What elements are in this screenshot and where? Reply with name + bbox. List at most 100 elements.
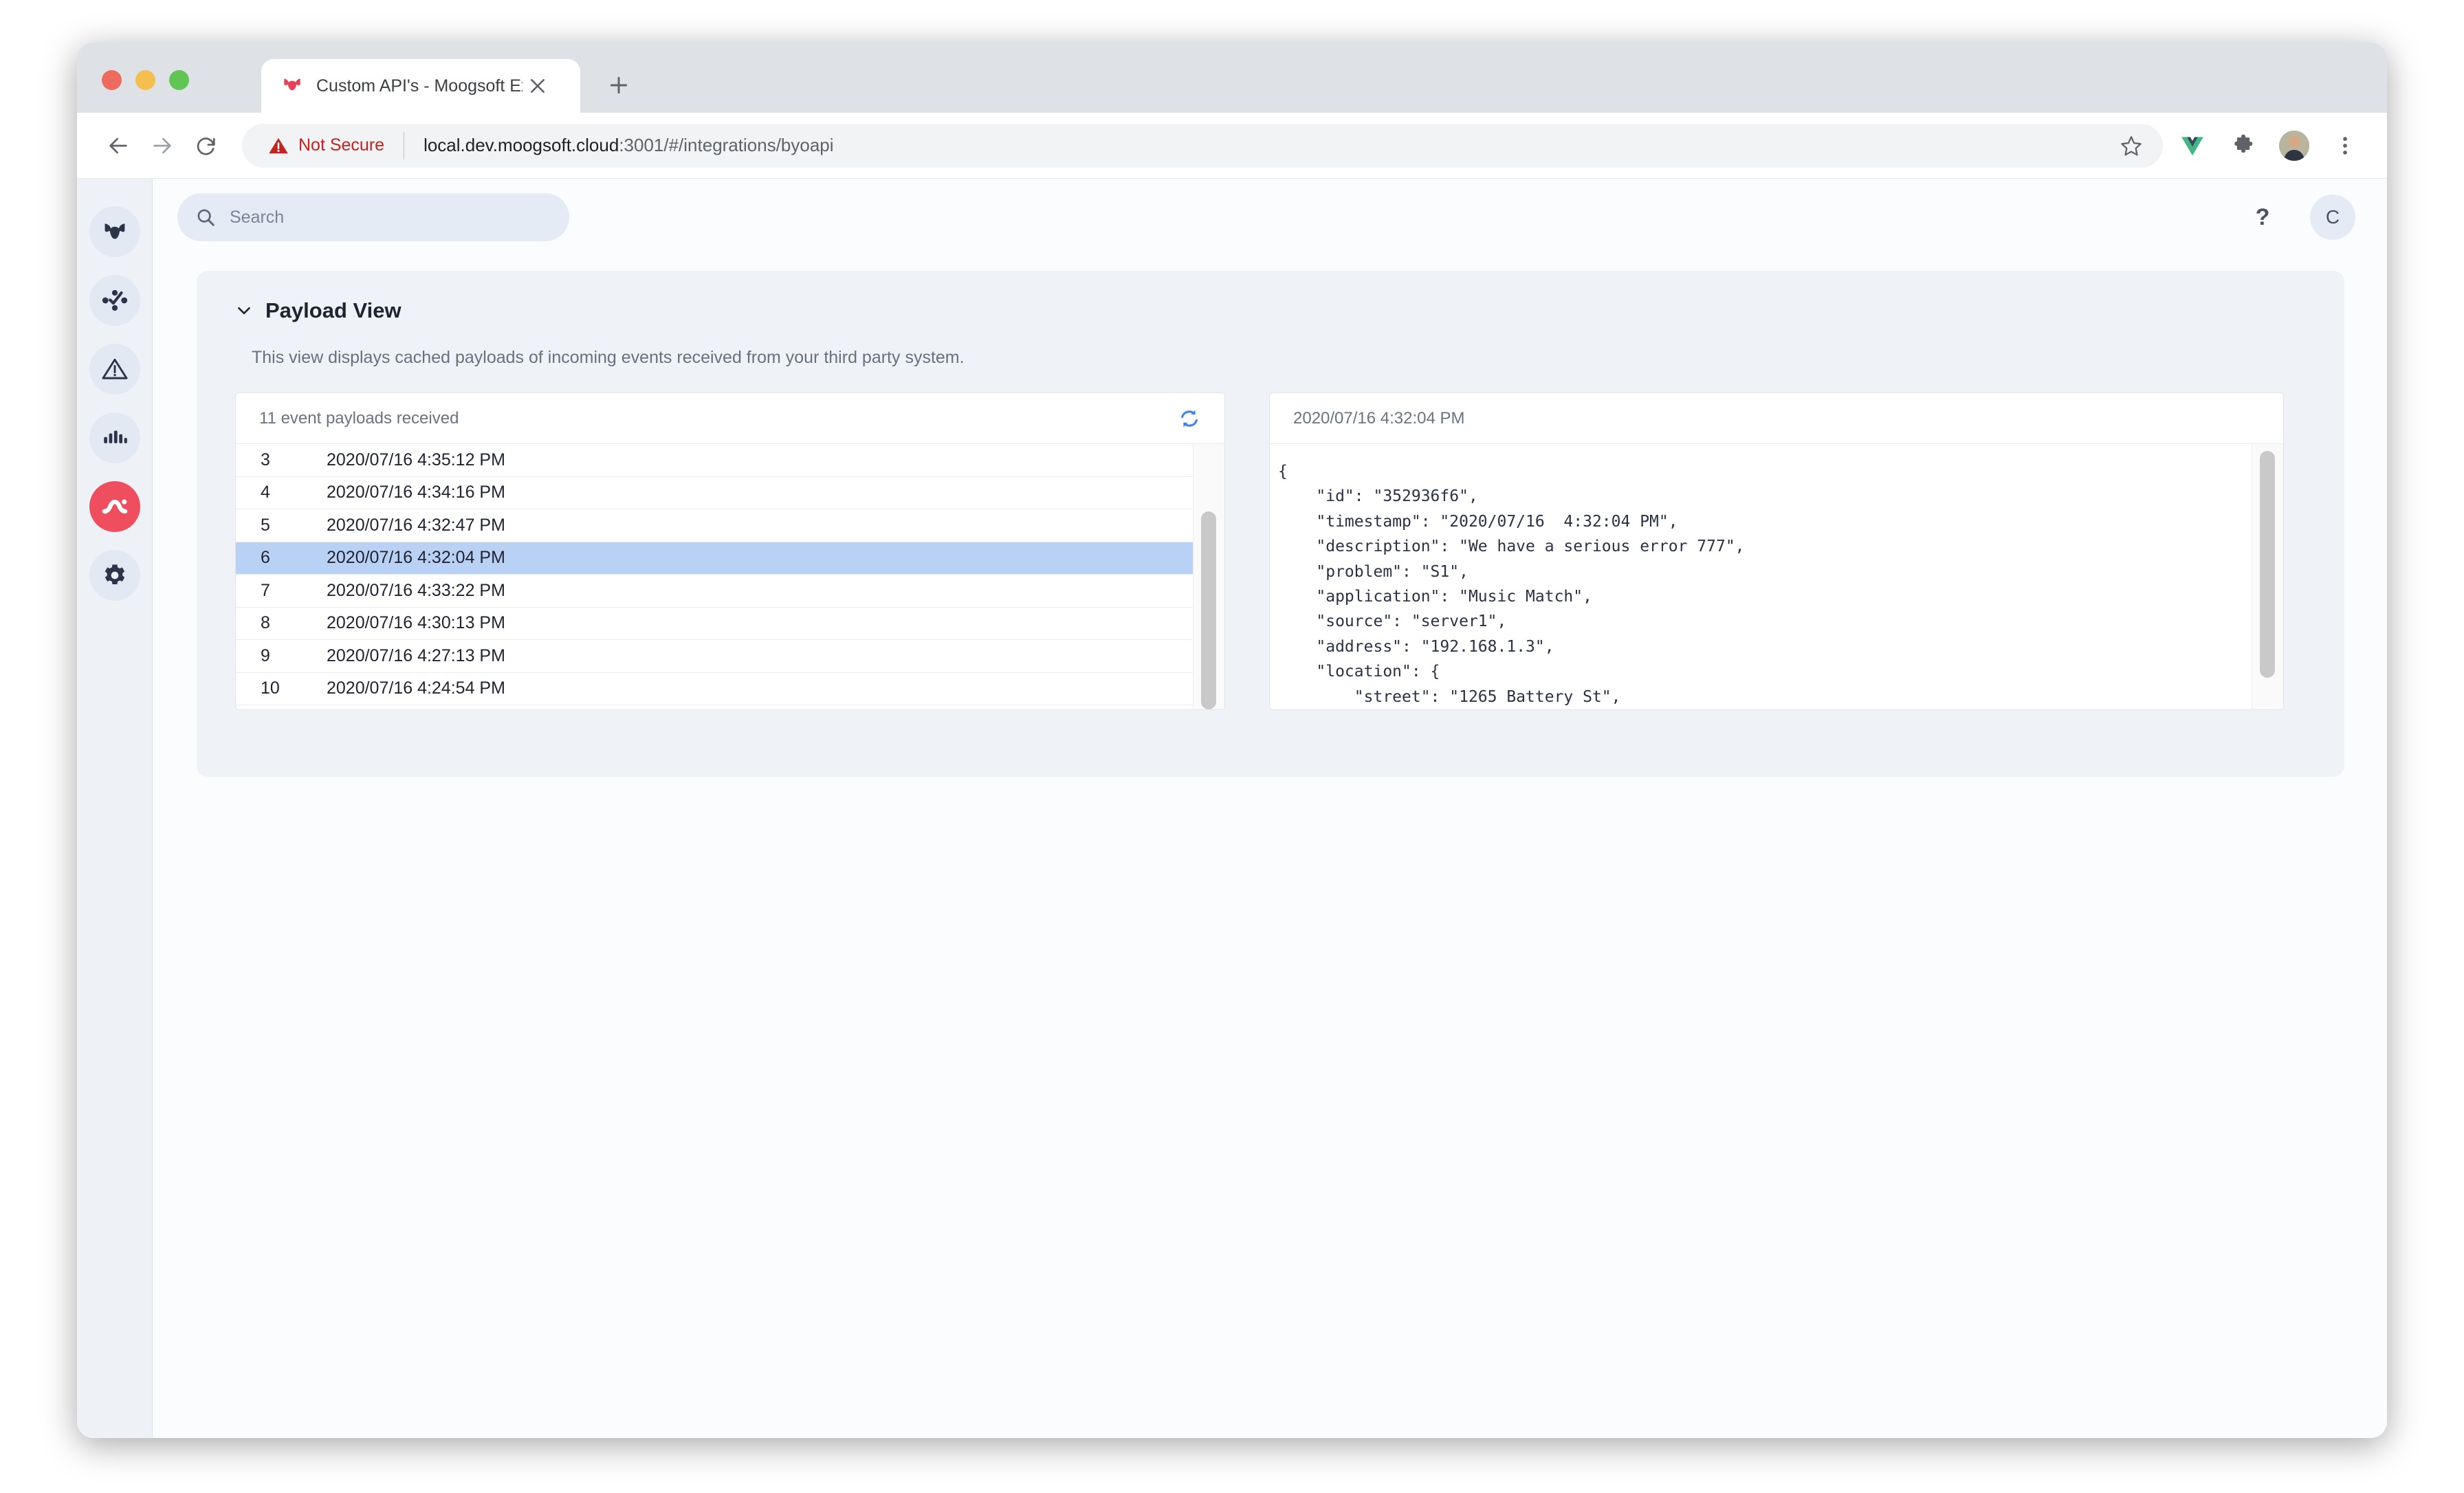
vue-devtools-button[interactable] (2171, 124, 2214, 167)
url-path: :3001/#/integrations/byoapi (619, 135, 834, 155)
star-icon (2121, 135, 2142, 155)
event-index: 3 (261, 450, 270, 469)
event-list-rows: 3 2020/07/16 4:35:12 PM 4 2020/07/16 4:34:1… (236, 444, 1193, 709)
bar-chart-icon (103, 430, 127, 443)
nodes-check-icon (102, 289, 127, 311)
event-list-scrollbar[interactable] (1193, 444, 1224, 709)
payload-view-description: This view displays cached payloads of in… (252, 348, 965, 367)
url-text[interactable]: local.dev.moogsoft.cloud:3001/#/integrat… (424, 135, 2111, 156)
bookmark-button[interactable] (2111, 125, 2152, 166)
chevron-down-icon[interactable] (235, 302, 253, 320)
event-timestamp: 2020/07/16 4:35:12 PM (327, 450, 505, 469)
event-timestamp: 2020/07/16 4:24:54 PM (327, 678, 505, 698)
back-button[interactable] (96, 124, 140, 168)
browser-menu-button[interactable] (2324, 124, 2366, 167)
minimize-window-button[interactable] (135, 70, 155, 90)
close-window-button[interactable] (102, 70, 122, 90)
table-row[interactable]: 10 2020/07/16 4:24:54 PM (236, 673, 1193, 705)
event-timestamp: 2020/07/16 4:27:13 PM (327, 645, 505, 665)
back-arrow-icon (109, 137, 127, 153)
payload-view-header[interactable]: Payload View (235, 298, 2306, 323)
table-row[interactable]: 8 2020/07/16 4:30:13 PM (236, 608, 1193, 640)
table-row[interactable]: 4 2020/07/16 4:34:16 PM (236, 477, 1193, 509)
event-timestamp: 2020/07/16 4:33:22 PM (327, 580, 505, 600)
sidebar-item-home[interactable] (89, 206, 140, 257)
event-timestamp: 2020/07/16 4:30:13 PM (327, 613, 505, 633)
refresh-icon (1181, 409, 1198, 428)
table-row[interactable]: 7 2020/07/16 4:33:22 PM (236, 575, 1193, 608)
close-icon[interactable] (522, 71, 553, 101)
event-list-header: 11 event payloads received (236, 393, 1224, 444)
table-row[interactable]: 5 2020/07/16 4:32:47 PM (236, 509, 1193, 542)
payload-view-card: Payload View This view displays cached p… (197, 271, 2344, 777)
sidebar-item-correlation[interactable] (89, 275, 140, 326)
sidebar-item-alerts[interactable] (89, 344, 140, 395)
event-index: 7 (261, 580, 270, 600)
content-area: Payload View This view displays cached p… (153, 256, 2387, 777)
browser-tab[interactable]: Custom API's - Moogsoft Expre (261, 59, 580, 113)
page-title: Payload View (265, 298, 402, 322)
not-secure-label: Not Secure (298, 135, 385, 155)
new-tab-button[interactable] (600, 66, 638, 104)
vue-devtools-icon (2181, 136, 2203, 155)
event-index: 8 (261, 613, 270, 633)
cow-head-icon (104, 223, 124, 239)
event-index: 4 (261, 483, 270, 502)
table-row[interactable]: 3 2020/07/16 4:35:12 PM (236, 444, 1193, 477)
forward-arrow-icon (153, 137, 171, 153)
puzzle-piece-icon (2234, 134, 2253, 153)
search-placeholder: Search (230, 207, 285, 227)
event-list-body: 3 2020/07/16 4:35:12 PM 4 2020/07/16 4:34:1… (236, 444, 1224, 709)
table-row[interactable]: 112020/07/16 4:21:02 PM (236, 705, 1193, 709)
search-input[interactable]: Search (177, 193, 569, 241)
maximize-window-button[interactable] (169, 70, 189, 90)
close-icon-glyph (531, 79, 544, 93)
event-timestamp: 2020/07/16 4:34:16 PM (327, 483, 505, 502)
table-row[interactable]: 9 2020/07/16 4:27:13 PM (236, 640, 1193, 673)
payload-detail-scroll-thumb[interactable] (2260, 451, 2275, 678)
reload-button[interactable] (184, 124, 228, 168)
event-index: 10 (261, 678, 280, 698)
profile-avatar-image (2279, 130, 2309, 161)
payload-detail-timestamp: 2020/07/16 4:32:04 PM (1270, 393, 2283, 444)
warning-triangle-icon (101, 358, 128, 379)
sidebar-item-integrations[interactable] (89, 481, 140, 532)
three-dot-menu-icon (2343, 136, 2347, 155)
warning-triangle-icon (269, 137, 288, 153)
search-icon (197, 209, 214, 226)
cow-icon (284, 78, 300, 91)
browser-window: Custom API's - Moogsoft Expre (77, 43, 2387, 1438)
table-row[interactable]: 6 2020/07/16 4:32:04 PM (236, 542, 1193, 575)
payload-detail-body: { "id": "352936f6", "timestamp": "2020/0… (1270, 444, 2283, 709)
extensions-button[interactable] (2222, 124, 2265, 167)
browser-tab-strip: Custom API's - Moogsoft Expre (77, 43, 2387, 113)
event-index: 6 (261, 548, 270, 568)
profile-button[interactable] (2273, 124, 2316, 167)
app-sidebar (77, 179, 153, 1438)
profile-avatar-icon (2279, 130, 2309, 161)
reload-icon (197, 137, 215, 155)
gear-icon (104, 564, 124, 584)
plus-icon (610, 76, 628, 94)
forward-button[interactable] (140, 124, 184, 168)
address-bar[interactable]: Not Secure local.dev.moogsoft.cloud:3001… (242, 123, 2163, 168)
payload-detail-scrollbar[interactable] (2252, 444, 2283, 709)
event-count-label: 11 event payloads received (259, 408, 459, 428)
event-timestamp: 2020/07/16 4:32:47 PM (327, 515, 505, 535)
payload-panels: 11 event payloads received 3 2020/07/16 … (235, 392, 2306, 710)
sidebar-item-metrics[interactable] (89, 412, 140, 463)
security-indicator[interactable]: Not Secure (268, 135, 384, 156)
avatar[interactable]: C (2310, 195, 2355, 240)
sidebar-item-settings[interactable] (89, 550, 140, 601)
event-list-panel: 11 event payloads received 3 2020/07/16 … (235, 392, 1225, 710)
payload-detail-panel: 2020/07/16 4:32:04 PM { "id": "352936f6"… (1269, 392, 2284, 710)
event-timestamp: 2020/07/16 4:32:04 PM (327, 548, 505, 568)
browser-tab-title: Custom API's - Moogsoft Expre (316, 76, 522, 96)
integrations-icon (102, 499, 127, 514)
event-index: 5 (261, 515, 270, 535)
event-list-scroll-thumb[interactable] (1201, 511, 1216, 709)
help-button[interactable]: ? (2244, 199, 2281, 236)
refresh-button[interactable] (1174, 403, 1205, 434)
event-index: 9 (261, 645, 270, 665)
app-viewport: Search ? C Payload View This view displa… (77, 179, 2387, 1438)
